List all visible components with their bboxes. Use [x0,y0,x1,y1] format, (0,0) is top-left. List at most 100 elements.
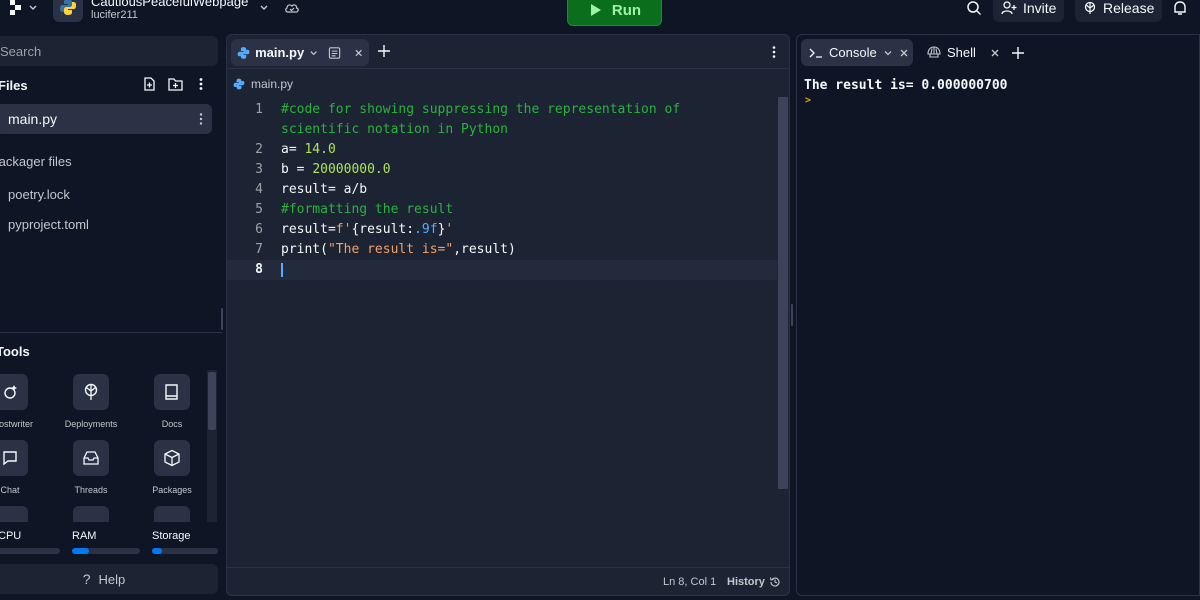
files-title: Files [0,78,28,93]
code-token: "The result is=" [327,242,454,257]
code-token: a= [281,142,305,157]
question-icon: ? [82,571,91,587]
code-editor[interactable]: 1 2 3 4 5 6 7 8 #code for showing suppre… [227,97,777,567]
release-button[interactable]: Release [1075,0,1163,22]
cpu-usage-bar [0,548,60,554]
code-line: scientific notation in Python [281,122,508,137]
tool-chat[interactable]: Chat [0,440,42,495]
line-number-active: 8 [255,262,263,277]
ghostwriter-icon [4,385,17,399]
tool-partial[interactable] [140,506,204,522]
new-file-icon[interactable] [142,77,156,91]
project-name[interactable]: CautiousPeacefulWebpage [91,0,248,9]
tool-partial[interactable] [59,506,123,522]
kebab-menu-icon[interactable] [198,112,204,126]
close-icon[interactable] [354,48,363,58]
close-icon[interactable] [899,48,909,58]
new-folder-icon[interactable] [168,77,183,91]
threads-icon [83,451,99,465]
code-line: result= a/b [281,182,368,197]
breadcrumb: main.py [233,77,293,91]
replit-menu[interactable] [8,0,44,18]
storage-usage-fill [152,548,162,554]
code-line: #code for showing suppressing the repres… [281,102,681,117]
console-output: The result is= 0.000000700 [804,78,1008,93]
line-number: 2 [255,142,263,157]
bell-icon[interactable] [1172,0,1188,16]
divider [0,332,222,333]
replit-logo-icon [10,0,21,15]
close-icon[interactable] [990,48,1000,58]
storage-label: Storage [152,530,191,542]
chevron-down-icon[interactable] [258,2,270,14]
line-number: 6 [255,222,263,237]
release-button-label: Release [1103,0,1155,16]
chevron-down-icon[interactable] [883,48,893,58]
tab-label: Console [829,45,877,60]
ram-usage-bar [72,548,140,554]
add-tab-icon[interactable] [1011,46,1025,60]
run-button-label: Run [611,1,642,19]
invite-button[interactable]: Invite [993,0,1065,22]
help-label: Help [98,571,126,587]
tool-label: Chat [0,485,20,495]
cpu-label: CPU [0,530,22,542]
code-line: result=f'{result:.9f}' [281,222,453,237]
line-number: 5 [255,202,263,217]
kebab-menu-icon[interactable] [198,77,204,91]
add-tab-icon[interactable] [377,44,391,58]
code-line: a= 14.0 [281,142,336,157]
help-button[interactable]: ? Help [0,564,218,594]
tools-scrollbar-thumb[interactable] [208,372,216,430]
code-line: print("The result is=",result) [281,242,516,257]
panel-resize-handle[interactable] [791,304,793,326]
editor-scrollbar[interactable] [778,97,788,489]
file-item-main-py[interactable]: main.py [0,104,212,134]
code-line: b = 20000000.0 [281,162,391,177]
history-button[interactable]: History [727,576,781,588]
code-line: #formatting the result [281,202,454,217]
text-cursor [281,263,283,277]
deployments-icon [1084,1,1096,14]
tool-partial[interactable] [0,506,42,522]
console-prompt[interactable]: > [805,95,811,106]
console-panel: Console Shell The result is= 0.000000700… [796,34,1200,596]
tool-packages[interactable]: Packages [140,440,204,495]
tab-main-py[interactable]: main.py [231,39,369,66]
history-label: History [727,576,765,588]
line-number: 3 [255,162,263,177]
tool-label: Ghostwriter [0,419,33,429]
tool-threads[interactable]: Threads [59,440,123,495]
editor-panel: main.py main.py 1 2 3 4 5 6 7 8 #code fo… [226,34,790,596]
tool-ghostwriter[interactable]: Ghostwriter [0,374,42,429]
tab-label: Shell [947,45,976,60]
kebab-menu-icon[interactable] [771,45,777,59]
chevron-down-icon [29,5,37,10]
code-token: 14.0 [304,142,336,157]
cursor-position[interactable]: Ln 8, Col 1 [663,576,716,588]
tool-docs[interactable]: Docs [140,374,204,429]
file-item-pyproject-toml[interactable]: pyproject.toml [8,217,89,232]
run-button[interactable]: Run [567,0,662,26]
cloud-check-icon[interactable] [284,1,300,15]
project-owner[interactable]: lucifer211 [91,9,138,21]
file-item-poetry-lock[interactable]: poetry.lock [8,187,70,202]
chevron-down-icon[interactable] [309,48,318,58]
deployments-icon [84,383,98,400]
docs-icon [165,384,178,400]
sidebar-resize-handle[interactable] [221,308,223,330]
packages-icon [164,449,180,467]
line-number: 4 [255,182,263,197]
project-icon[interactable] [53,0,83,22]
tool-deployments[interactable]: Deployments [59,374,123,429]
tab-console[interactable]: Console [801,39,913,66]
search-input[interactable]: Search [0,36,218,66]
search-icon[interactable] [966,0,982,16]
editor-status-bar: Ln 8, Col 1 History [227,567,789,595]
format-icon[interactable] [328,46,341,60]
tab-shell[interactable]: Shell [919,39,1008,66]
breadcrumb-file[interactable]: main.py [251,77,293,91]
tool-label: Docs [161,419,183,429]
code-token: {result: [351,222,415,237]
line-number: 1 [255,102,263,117]
